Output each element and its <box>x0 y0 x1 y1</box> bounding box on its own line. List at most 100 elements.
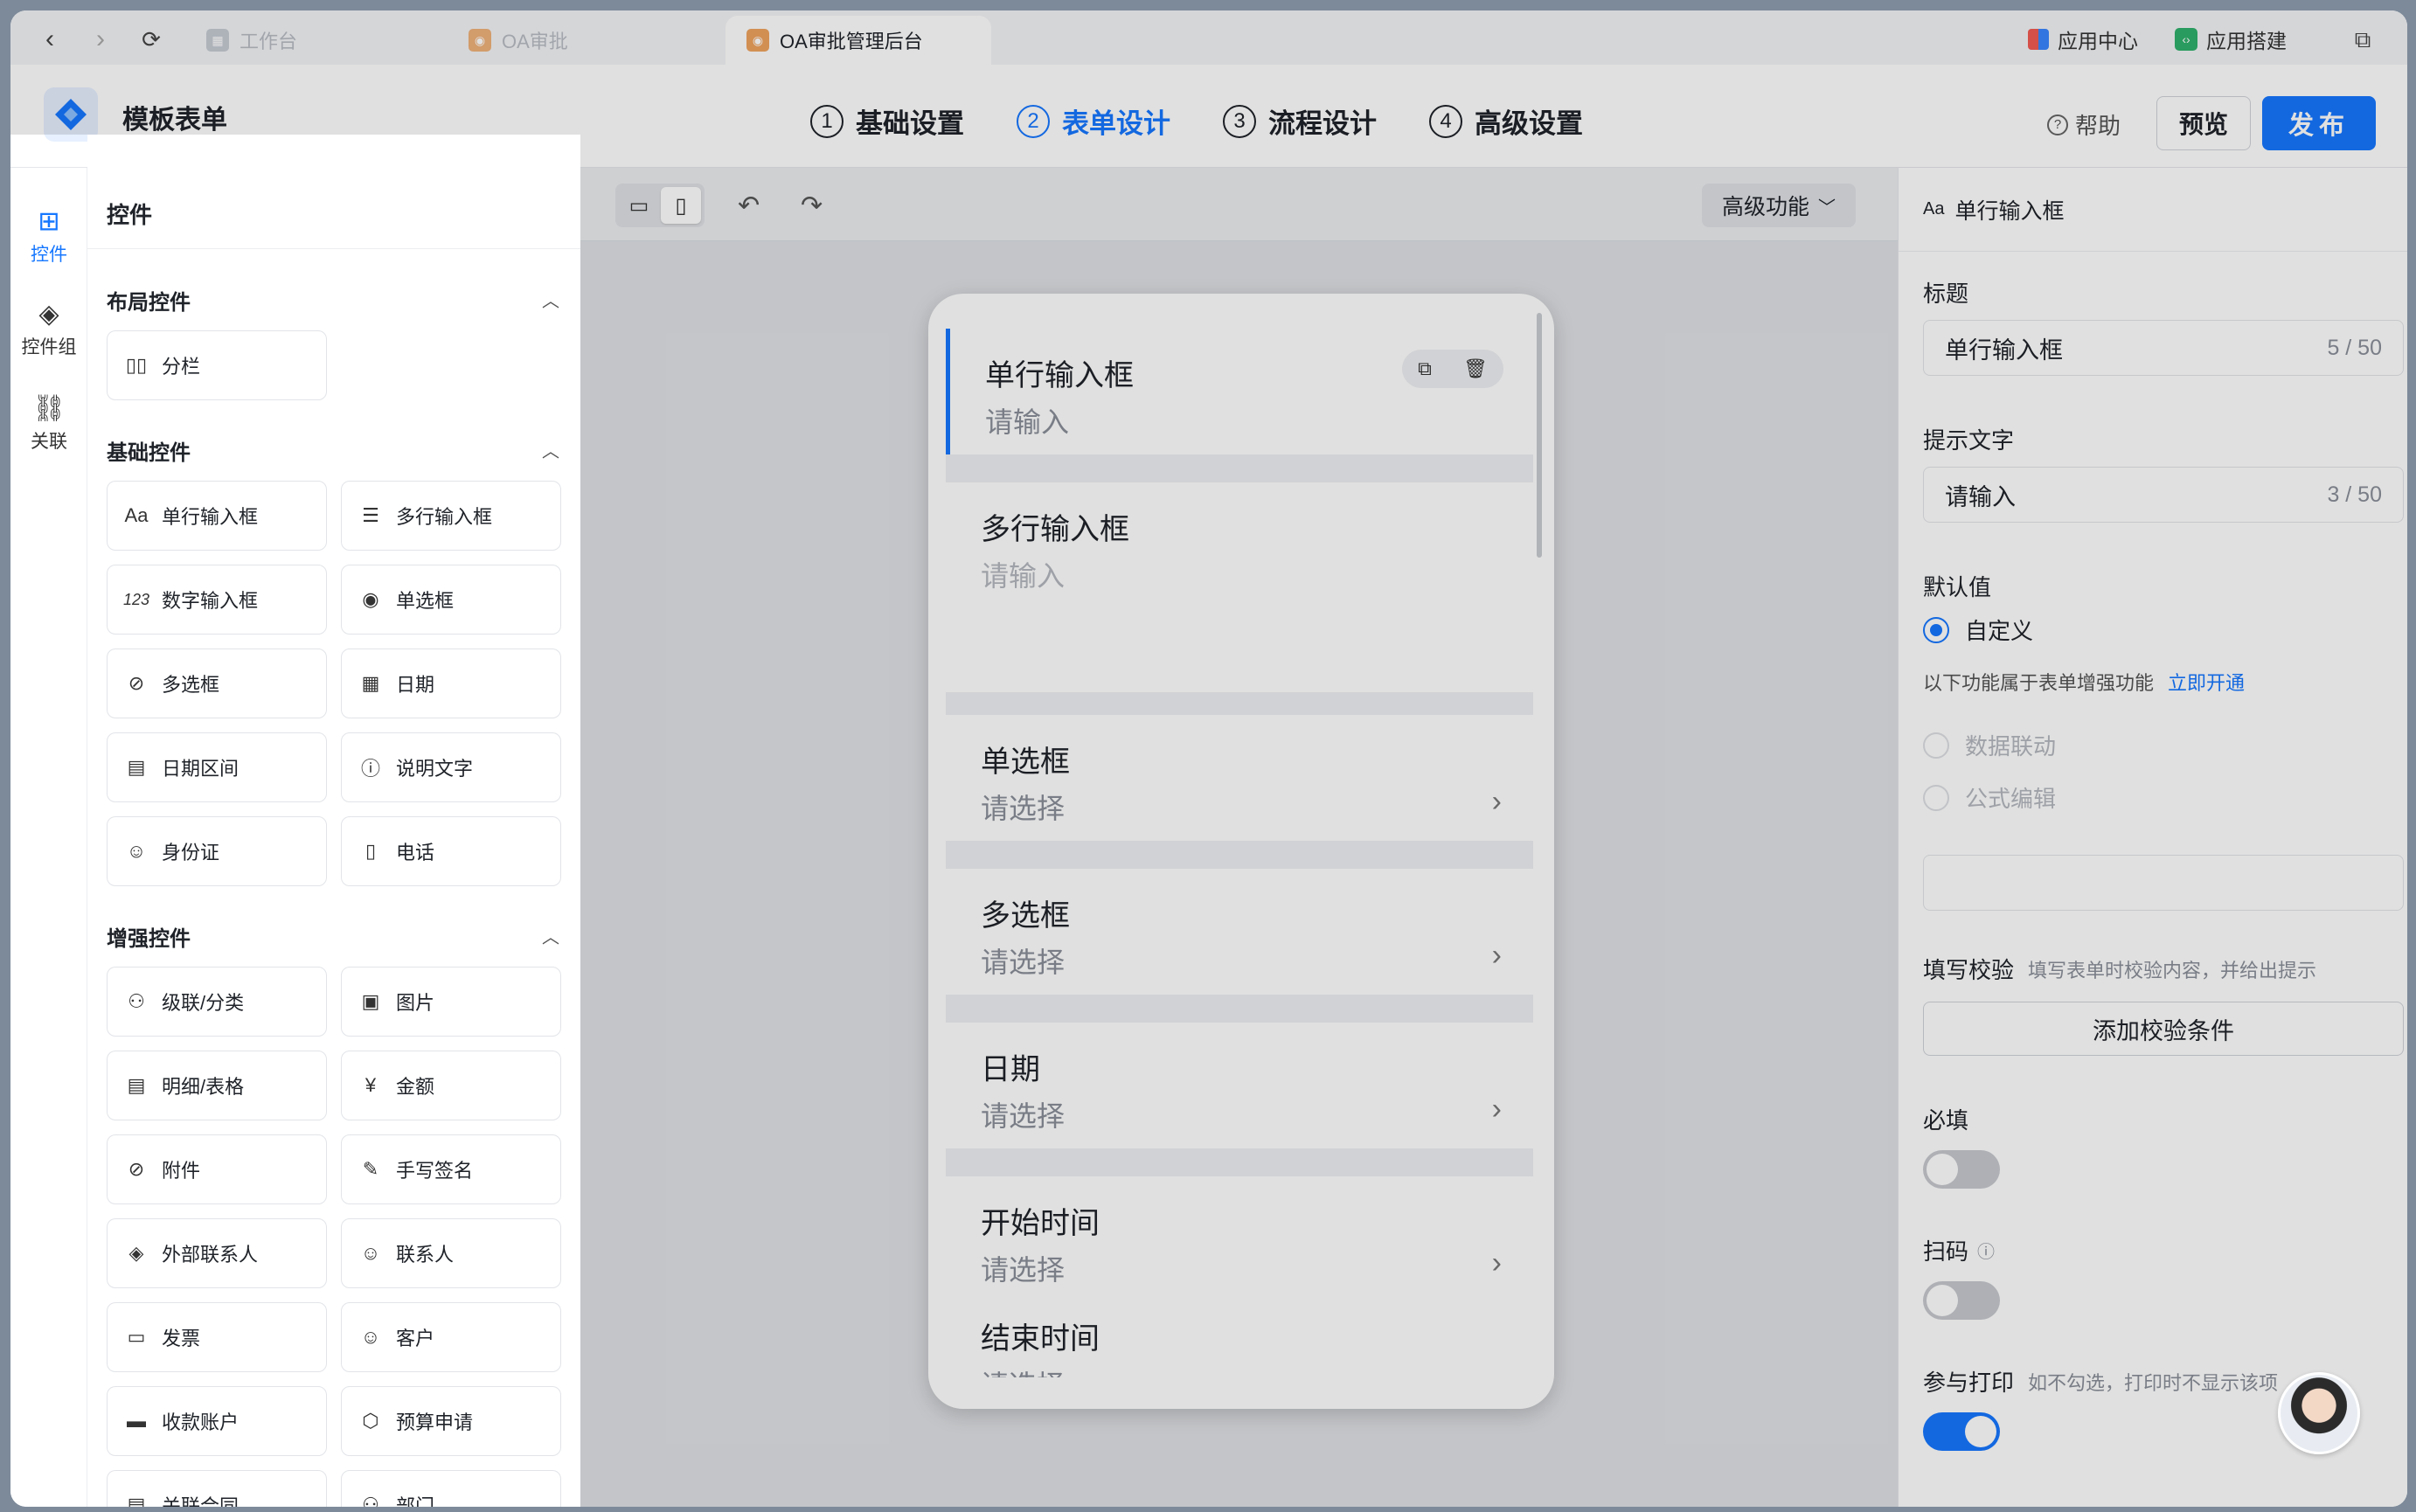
control-label: 部门 <box>396 1495 435 1507</box>
tab-workbench[interactable]: ▦ 工作台 <box>185 16 318 65</box>
control-budget[interactable]: ⬡ 预算申请 <box>341 1386 561 1456</box>
back-icon[interactable]: ‹ <box>37 26 63 52</box>
form-field-single-line[interactable]: 单行输入框 请输入 ⧉ 🗑 <box>946 329 1533 454</box>
chevron-up-icon[interactable]: ︿ <box>542 437 559 462</box>
field-label: 多行输入框 <box>981 513 1129 546</box>
form-field-radio[interactable]: 单选框 请选择 › <box>946 715 1533 841</box>
hint-value: 请输入 <box>1945 483 2016 510</box>
department-icon: ⚇ <box>362 1494 379 1507</box>
control-label: 联系人 <box>396 1244 455 1266</box>
preview-button[interactable]: 预览 <box>2156 96 2251 150</box>
validate-row: 填写校验 填写表单时校验内容，并给出提示 <box>1923 953 2316 985</box>
publish-button[interactable]: 发布 <box>2262 96 2376 150</box>
validate-desc: 填写表单时校验内容，并给出提示 <box>2028 959 2317 981</box>
scrollbar[interactable] <box>1537 313 1542 558</box>
control-cascade[interactable]: ⚇ 级联/分类 <box>107 967 327 1037</box>
form-field-end-time[interactable]: 结束时间 请选择 <box>946 1302 1533 1377</box>
help-link[interactable]: ? 帮助 <box>2047 108 2121 141</box>
control-contact[interactable]: ☺ 联系人 <box>341 1218 561 1288</box>
title-value: 单行输入框 <box>1945 336 2063 364</box>
app-center-link[interactable]: 应用中心 <box>2028 24 2138 54</box>
control-multi-line[interactable]: ☰ 多行输入框 <box>341 481 561 551</box>
default-value-input[interactable] <box>1923 855 2404 911</box>
print-toggle[interactable] <box>1923 1412 2000 1451</box>
form-field-multi-line[interactable]: 多行输入框 请输入 <box>946 482 1533 692</box>
signature-icon: ✎ <box>362 1158 379 1180</box>
control-columns[interactable]: ▯▯ 分栏 <box>107 330 327 400</box>
control-description[interactable]: ⓘ 说明文字 <box>341 732 561 802</box>
chevron-right-icon: › <box>1491 939 1502 972</box>
control-contract[interactable]: ▤ 关联合同 <box>107 1470 327 1507</box>
control-single-line[interactable]: Aa 单行输入框 <box>107 481 327 551</box>
control-label: 身份证 <box>162 842 220 864</box>
control-date-range[interactable]: ▤ 日期区间 <box>107 732 327 802</box>
control-number[interactable]: 123 数字输入框 <box>107 565 327 635</box>
forward-icon[interactable]: › <box>87 26 114 52</box>
properties-panel: Aa 单行输入框 标题 单行输入框 5 / 50 提示文字 请输入 3 / 50… <box>1898 168 2407 1507</box>
control-attachment[interactable]: ⊘ 附件 <box>107 1134 327 1204</box>
assistant-avatar[interactable] <box>2278 1372 2360 1454</box>
control-checkbox[interactable]: ⊘ 多选框 <box>107 648 327 718</box>
control-table[interactable]: ▤ 明细/表格 <box>107 1051 327 1120</box>
number-icon: 123 <box>123 590 150 608</box>
desktop-icon[interactable]: ▭ <box>619 187 659 224</box>
browser-tabbar: ‹ › ⟳ ▦ 工作台 ◉ OA审批 ◉ OA审批管理后台 应用中心 ‹› 应用… <box>10 10 2407 65</box>
rail-control-groups[interactable]: ◈ 控件组 <box>10 299 87 359</box>
help-label: 帮助 <box>2075 113 2121 139</box>
undo-icon[interactable]: ↶ <box>738 191 760 221</box>
rail-relations[interactable]: ⛓ 关联 <box>10 393 87 454</box>
step-flow-design[interactable]: 3 流程设计 <box>1223 101 1377 141</box>
tab-oa[interactable]: ◉ OA审批 <box>448 16 589 65</box>
required-toggle[interactable] <box>1923 1150 2000 1189</box>
control-amount[interactable]: ¥ 金额 <box>341 1051 561 1120</box>
field-placeholder: 请选择 <box>981 947 1066 978</box>
tab-oa-admin[interactable]: ◉ OA审批管理后台 <box>725 16 991 65</box>
control-signature[interactable]: ✎ 手写签名 <box>341 1134 561 1204</box>
trash-icon[interactable]: 🗑 <box>1463 357 1488 380</box>
rail-controls[interactable]: ⊞ 控件 <box>10 206 87 267</box>
control-invoice[interactable]: ▭ 发票 <box>107 1302 327 1372</box>
step-basic[interactable]: 1 基础设置 <box>810 101 964 141</box>
chevron-right-icon: › <box>1491 1246 1502 1280</box>
enhance-note-text: 以下功能属于表单增强功能 <box>1923 672 2155 694</box>
step-number: 3 <box>1223 104 1256 138</box>
control-date[interactable]: ▦ 日期 <box>341 648 561 718</box>
field-label: 结束时间 <box>981 1322 1100 1356</box>
chevron-right-icon: › <box>1491 1092 1502 1126</box>
form-field-start-time[interactable]: 开始时间 请选择 › <box>946 1176 1533 1302</box>
control-image[interactable]: ▣ 图片 <box>341 967 561 1037</box>
enhance-link[interactable]: 立即开通 <box>2168 672 2245 694</box>
control-id-card[interactable]: ☺ 身份证 <box>107 816 327 886</box>
chevron-up-icon[interactable]: ︿ <box>542 287 559 312</box>
form-field-checkbox[interactable]: 多选框 请选择 › <box>946 869 1533 995</box>
redo-icon[interactable]: ↷ <box>801 191 823 221</box>
tab-label: 工作台 <box>240 31 298 52</box>
control-radio[interactable]: ◉ 单选框 <box>341 565 561 635</box>
properties-title: 单行输入框 <box>1954 198 2065 224</box>
app-title: 模板表单 <box>122 106 227 135</box>
open-external-icon[interactable]: ⧉ <box>2350 26 2376 52</box>
radio-custom[interactable]: 自定义 <box>1923 614 2033 646</box>
mobile-icon[interactable]: ▯ <box>661 187 701 224</box>
app-builder-link[interactable]: ‹› 应用搭建 <box>2175 24 2287 54</box>
scan-toggle[interactable] <box>1923 1281 2000 1320</box>
copy-icon[interactable]: ⧉ <box>1418 357 1432 380</box>
chevron-up-icon[interactable]: ︿ <box>542 923 559 948</box>
control-account[interactable]: ▬ 收款账户 <box>107 1386 327 1456</box>
step-advanced[interactable]: 4 高级设置 <box>1429 101 1583 141</box>
step-form-design[interactable]: 2 表单设计 <box>1017 101 1170 141</box>
add-validation-button[interactable]: 添加校验条件 <box>1923 1002 2404 1056</box>
panel-title: 控件 <box>107 202 153 228</box>
advanced-dropdown[interactable]: 高级功能 ﹀ <box>1702 184 1856 227</box>
hint-input[interactable]: 请输入 3 / 50 <box>1923 467 2404 523</box>
title-input[interactable]: 单行输入框 5 / 50 <box>1923 320 2404 376</box>
control-customer[interactable]: ☺ 客户 <box>341 1302 561 1372</box>
refresh-icon[interactable]: ⟳ <box>138 26 164 52</box>
form-field-date[interactable]: 日期 请选择 › <box>946 1023 1533 1148</box>
radio-formula[interactable]: 公式编辑 <box>1923 781 2056 814</box>
control-external-contact[interactable]: ◈ 外部联系人 <box>107 1218 327 1288</box>
radio-linkage[interactable]: 数据联动 <box>1923 729 2056 761</box>
step-number: 1 <box>810 104 844 138</box>
control-phone[interactable]: ▯ 电话 <box>341 816 561 886</box>
control-department[interactable]: ⚇ 部门 <box>341 1470 561 1507</box>
